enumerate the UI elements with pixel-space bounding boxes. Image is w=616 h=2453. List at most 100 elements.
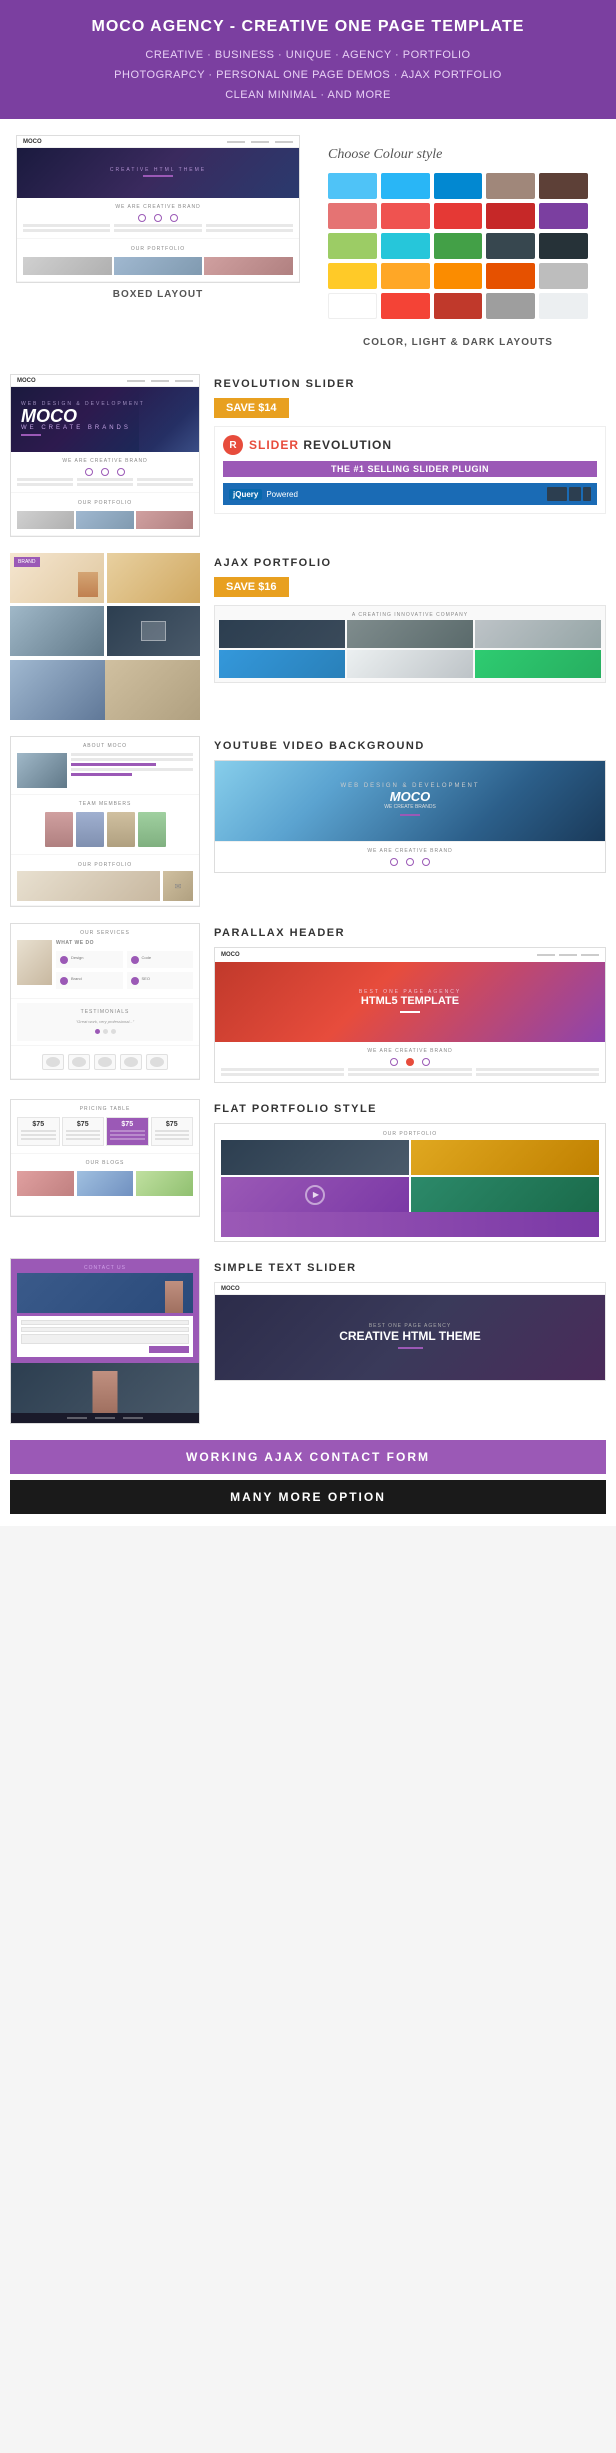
par-c2	[348, 1068, 471, 1078]
youtube-section: ABOUT MOCO TEAM MEMBERS	[0, 736, 616, 923]
yt-icons	[221, 856, 599, 868]
swatch-15[interactable]	[539, 233, 588, 259]
fp-3: ▶	[221, 1177, 409, 1212]
portfolio-img-4-inner	[107, 606, 201, 656]
rb4	[77, 483, 133, 486]
logo-1	[42, 1054, 64, 1070]
input-email[interactable]	[21, 1327, 189, 1332]
ajax-grid	[219, 620, 601, 678]
swatch-20[interactable]	[539, 263, 588, 289]
flat-portfolio-right: FLAT PORTFOLIO STYLE OUR PORTFOLIO ▶	[214, 1099, 606, 1242]
swatch-22[interactable]	[381, 293, 430, 319]
logo-3	[94, 1054, 116, 1070]
yt-tagline: WE CREATE BRANDS	[340, 804, 479, 810]
contact-person-1	[165, 1281, 183, 1313]
yt-overlay: WEB DESIGN & DEVELOPMENT MOCO WE CREATE …	[340, 783, 479, 820]
swatch-4[interactable]	[486, 173, 535, 199]
pb1	[221, 1068, 344, 1071]
page-header: MOCO AGENCY - CREATIVE ONE PAGE TEMPLATE…	[0, 0, 616, 119]
misc-icon: ✉	[175, 882, 182, 891]
youtube-preview-wrapper: WEB DESIGN & DEVELOPMENT MOCO WE CREATE …	[214, 760, 606, 873]
jquery-text: Powered	[266, 490, 298, 499]
portfolio-wide-img	[10, 660, 200, 720]
ajax-form-badge[interactable]: WORKING AJAX CONTACT FORM	[10, 1440, 606, 1474]
many-more-badge[interactable]: MANY MORE OPTION	[10, 1480, 606, 1514]
services-content: WHAT WE DO Design Code	[17, 938, 193, 994]
swatch-7[interactable]	[381, 203, 430, 229]
input-message[interactable]	[21, 1334, 189, 1344]
par-i3	[422, 1058, 430, 1066]
pricing-mockup: PRICING TABLE $75 $75	[10, 1099, 200, 1217]
rev-brand-label: WE ARE CREATIVE BRAND	[17, 456, 193, 466]
bar-4	[114, 229, 201, 232]
icon-1	[138, 214, 146, 222]
misc-1	[17, 871, 160, 901]
parallax-section: OUR SERVICES WHAT WE DO Design Co	[0, 923, 616, 1099]
price-col-1: $75	[17, 1117, 60, 1146]
ts-overlay: BEST ONE PAGE AGENCY CREATIVE HTML THEME	[339, 1323, 481, 1353]
swatch-3[interactable]	[434, 173, 483, 199]
yt-brand-label: WE ARE CREATIVE BRAND	[221, 846, 599, 856]
service-icon-3	[60, 977, 68, 985]
swatch-11[interactable]	[328, 233, 377, 259]
pricing-left: PRICING TABLE $75 $75	[10, 1099, 200, 1242]
price-col-4: $75	[151, 1117, 194, 1146]
submit-btn[interactable]	[149, 1346, 189, 1353]
swatch-17[interactable]	[381, 263, 430, 289]
parallax-sub: BEST ONE PAGE AGENCY	[359, 989, 461, 995]
service-text-2: Code	[142, 955, 152, 961]
rev-icons	[17, 466, 193, 478]
swatch-19[interactable]	[486, 263, 535, 289]
services-text: WHAT WE DO Design Code	[56, 940, 193, 992]
services-mockup: OUR SERVICES WHAT WE DO Design Co	[10, 923, 200, 1080]
bottom-hero	[11, 1363, 199, 1413]
price-col-2: $75	[62, 1117, 105, 1146]
icon-2	[154, 214, 162, 222]
ab2	[71, 758, 193, 761]
ajax-img-3	[475, 620, 601, 648]
rev-portfolio-grid	[17, 509, 193, 531]
slider-text-main: SLIDER REVOLUTION	[249, 438, 392, 452]
team-section-mockup: TEAM MEMBERS	[11, 795, 199, 855]
swatch-6[interactable]	[328, 203, 377, 229]
swatch-24[interactable]	[486, 293, 535, 319]
what-we-do: WHAT WE DO	[56, 940, 193, 946]
swatch-18[interactable]	[434, 263, 483, 289]
p-nav-1	[537, 954, 555, 956]
swatch-9[interactable]	[486, 203, 535, 229]
nav-d2	[151, 380, 169, 382]
swatch-21[interactable]	[328, 293, 377, 319]
rp-3	[136, 511, 193, 529]
device-tablet	[569, 487, 581, 501]
ajax-preview-grid: A Creating Innovative Company	[214, 605, 606, 683]
service-text-4: SEO	[142, 976, 150, 982]
yt-i3	[422, 858, 430, 866]
swatch-13[interactable]	[434, 233, 483, 259]
swatch-25[interactable]	[539, 293, 588, 319]
swatch-16[interactable]	[328, 263, 377, 289]
swatch-8[interactable]	[434, 203, 483, 229]
service-text-1: Design	[71, 955, 83, 961]
swatch-14[interactable]	[486, 233, 535, 259]
par-brand-label: WE ARE CREATIVE BRAND	[221, 1046, 599, 1056]
color-palette-section: Choose Colour style	[316, 135, 600, 358]
revolution-slider-section: MOCO WEB DESIGN & DEVELOPMENT MOCO WE CR…	[0, 374, 616, 553]
p-nav-3	[581, 954, 599, 956]
portfolio-label: OUR PORTFOLIO	[23, 243, 293, 255]
swatch-5[interactable]	[539, 173, 588, 199]
swatch-12[interactable]	[381, 233, 430, 259]
input-name[interactable]	[21, 1320, 189, 1325]
logos-mockup	[11, 1046, 199, 1079]
rev-nav-links	[127, 380, 193, 382]
rev-we-are: WE ARE CREATIVE BRAND	[11, 452, 199, 493]
swatch-2[interactable]	[381, 173, 430, 199]
par-cols	[221, 1068, 599, 1078]
blog-img-2	[77, 1171, 134, 1196]
swatch-23[interactable]	[434, 293, 483, 319]
swatch-10[interactable]	[539, 203, 588, 229]
portfolio-figure	[78, 572, 98, 597]
mockup-logo: MOCO	[23, 139, 42, 145]
ab5-purple	[71, 773, 132, 776]
blog-text-3	[136, 1196, 193, 1208]
swatch-1[interactable]	[328, 173, 377, 199]
